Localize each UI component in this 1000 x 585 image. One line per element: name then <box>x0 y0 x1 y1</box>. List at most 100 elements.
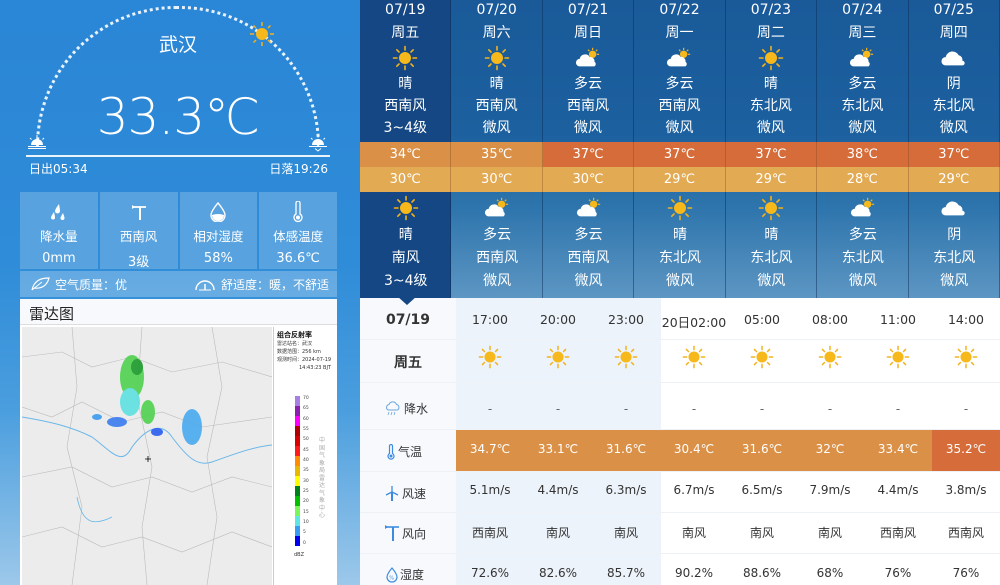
hourly-humidity: 68% <box>816 566 844 580</box>
high-temp: 37℃ <box>725 142 818 167</box>
sunny-icon <box>726 43 816 73</box>
current-stats: 降水量 0mm 西南风 3级 相对湿度 58% 体感温度 36.6℃ <box>20 192 337 270</box>
hourly-wind-direction: 西南风 <box>471 526 508 540</box>
high-temp-band: 34℃ 35℃ 37℃ 37℃ 37℃ 38℃ 37℃ <box>360 142 1000 167</box>
sunny-icon <box>796 345 864 371</box>
radar-scale-swatch <box>295 446 300 456</box>
air-quality: 空气质量：优 <box>30 276 127 293</box>
radar-scale-label: 45 <box>303 447 309 453</box>
day-wind: 西南风 <box>384 98 427 114</box>
night-wind: 东北风 <box>658 250 701 266</box>
night-column: 多云 西南风 微风 <box>543 192 634 298</box>
low-temp: 30℃ <box>360 167 452 192</box>
night-column: 晴 南风 3~4级 <box>360 192 451 298</box>
hourly-wind-direction: 南风 <box>817 526 842 540</box>
sunny-icon <box>634 192 725 224</box>
day-wind-level: 微风 <box>756 120 785 136</box>
day-wind-level: 微风 <box>574 120 603 136</box>
partly-cloudy-icon <box>817 192 908 224</box>
night-column: 晴 东北风 微风 <box>726 192 817 298</box>
night-column: 阴 东北风 微风 <box>909 192 1000 298</box>
row-label-rain: 降水 <box>384 400 428 417</box>
hourly-precipitation: - <box>555 402 561 416</box>
current-weather-panel: 武汉 33.3℃ 日出05:34 日落19:26 降水量 0mm 西南风 3级 … <box>0 0 360 585</box>
sunny-icon <box>524 345 592 371</box>
night-weather: 多云 <box>848 227 877 243</box>
high-temp: 37℃ <box>542 142 635 167</box>
day-weather: 晴 <box>489 76 504 92</box>
radar-scale-swatch <box>295 406 300 416</box>
night-weather: 晴 <box>764 227 779 243</box>
day-weather: 阴 <box>946 76 961 92</box>
radar-scale-swatch <box>295 426 300 436</box>
partly-cloudy-icon <box>543 43 633 73</box>
night-weather: 晴 <box>672 227 687 243</box>
radar-scale-label: 0 <box>303 540 306 546</box>
day-weekday: 周三 <box>848 25 877 41</box>
radar-scale-swatch <box>295 526 300 536</box>
hourly-wind-direction: 南风 <box>545 526 570 540</box>
hourly-weekday: 周五 <box>394 355 422 371</box>
thermometer-icon <box>293 201 303 223</box>
hourly-time: 11:00 <box>879 312 917 327</box>
night-wind-level: 微风 <box>848 273 877 289</box>
hourly-humidity: 72.6% <box>470 566 510 580</box>
radar-scale-label: 35 <box>303 468 309 474</box>
hourly-temperature: 31.6℃ <box>741 442 783 456</box>
row-divider <box>360 339 1000 340</box>
hourly-temperature: 30.4℃ <box>673 442 715 456</box>
active-day-pointer <box>397 296 417 305</box>
hourly-time: 14:00 <box>947 312 985 327</box>
current-temperature: 33.3℃ <box>96 88 260 146</box>
cloudy-icon <box>909 43 999 73</box>
hourly-date: 07/19 <box>385 312 431 328</box>
day-date: 07/21 <box>567 2 609 18</box>
night-wind: 西南风 <box>567 250 610 266</box>
svg-text:%: % <box>389 575 394 581</box>
day-wind-level: 微风 <box>939 120 968 136</box>
air-comfort-row: 空气质量：优 舒适度：暖，不舒适 <box>20 271 337 297</box>
stat-feels-like: 体感温度 36.6℃ <box>259 192 337 269</box>
low-temp-band: 30℃ 30℃ 30℃ 29℃ 29℃ 28℃ 29℃ <box>360 167 1000 192</box>
radar-panel: 雷达图 组合反射率 雷达站名：武汉 数据范围：256 km 观测时间：2024-… <box>20 299 337 585</box>
day-wind: 西南风 <box>567 98 610 114</box>
radar-scale-swatch <box>295 516 300 526</box>
radar-scale-swatch <box>295 436 300 446</box>
wind-vane-icon <box>385 525 399 541</box>
radar-scale-label: 70 <box>303 396 309 401</box>
sunset-time: 日落19:26 <box>269 162 328 176</box>
night-column: 晴 东北风 微风 <box>634 192 725 298</box>
row-divider <box>360 512 1000 513</box>
hourly-temperature: 31.6℃ <box>605 442 647 456</box>
sunny-icon <box>360 192 451 224</box>
day-weather: 多云 <box>848 76 877 92</box>
day-weather: 多云 <box>574 76 603 92</box>
radar-scale-swatch <box>295 486 300 496</box>
row-label-temp: 气温 <box>386 443 422 460</box>
high-temp: 37℃ <box>908 142 1000 167</box>
night-column: 多云 西南风 微风 <box>451 192 542 298</box>
hourly-wind-speed: 3.8m/s <box>945 483 987 497</box>
radar-map[interactable] <box>22 327 272 585</box>
gauge-icon <box>195 280 215 291</box>
day-weekday: 周六 <box>482 25 511 41</box>
partly-cloudy-icon <box>634 43 724 73</box>
hourly-precipitation: - <box>963 402 969 416</box>
radar-scale-label: 15 <box>303 509 309 515</box>
radar-scale-label: 25 <box>303 489 309 495</box>
partly-cloudy-icon <box>451 192 542 224</box>
hourly-wind-direction: 南风 <box>681 526 706 540</box>
sunny-icon <box>660 345 728 371</box>
hourly-humidity: 76% <box>884 566 912 580</box>
radar-scale-swatch <box>295 466 300 476</box>
sunset-icon <box>309 135 327 152</box>
hourly-time: 05:00 <box>743 312 781 327</box>
night-wind-level: 微风 <box>483 273 512 289</box>
radar-scale-swatch <box>295 506 300 516</box>
sunny-icon <box>592 345 660 371</box>
radar-scale-swatch <box>295 496 300 506</box>
stat-precipitation: 降水量 0mm <box>20 192 98 269</box>
radar-scale-label: 10 <box>303 520 309 526</box>
low-temp: 30℃ <box>451 167 543 192</box>
sunrise-icon <box>28 135 46 149</box>
